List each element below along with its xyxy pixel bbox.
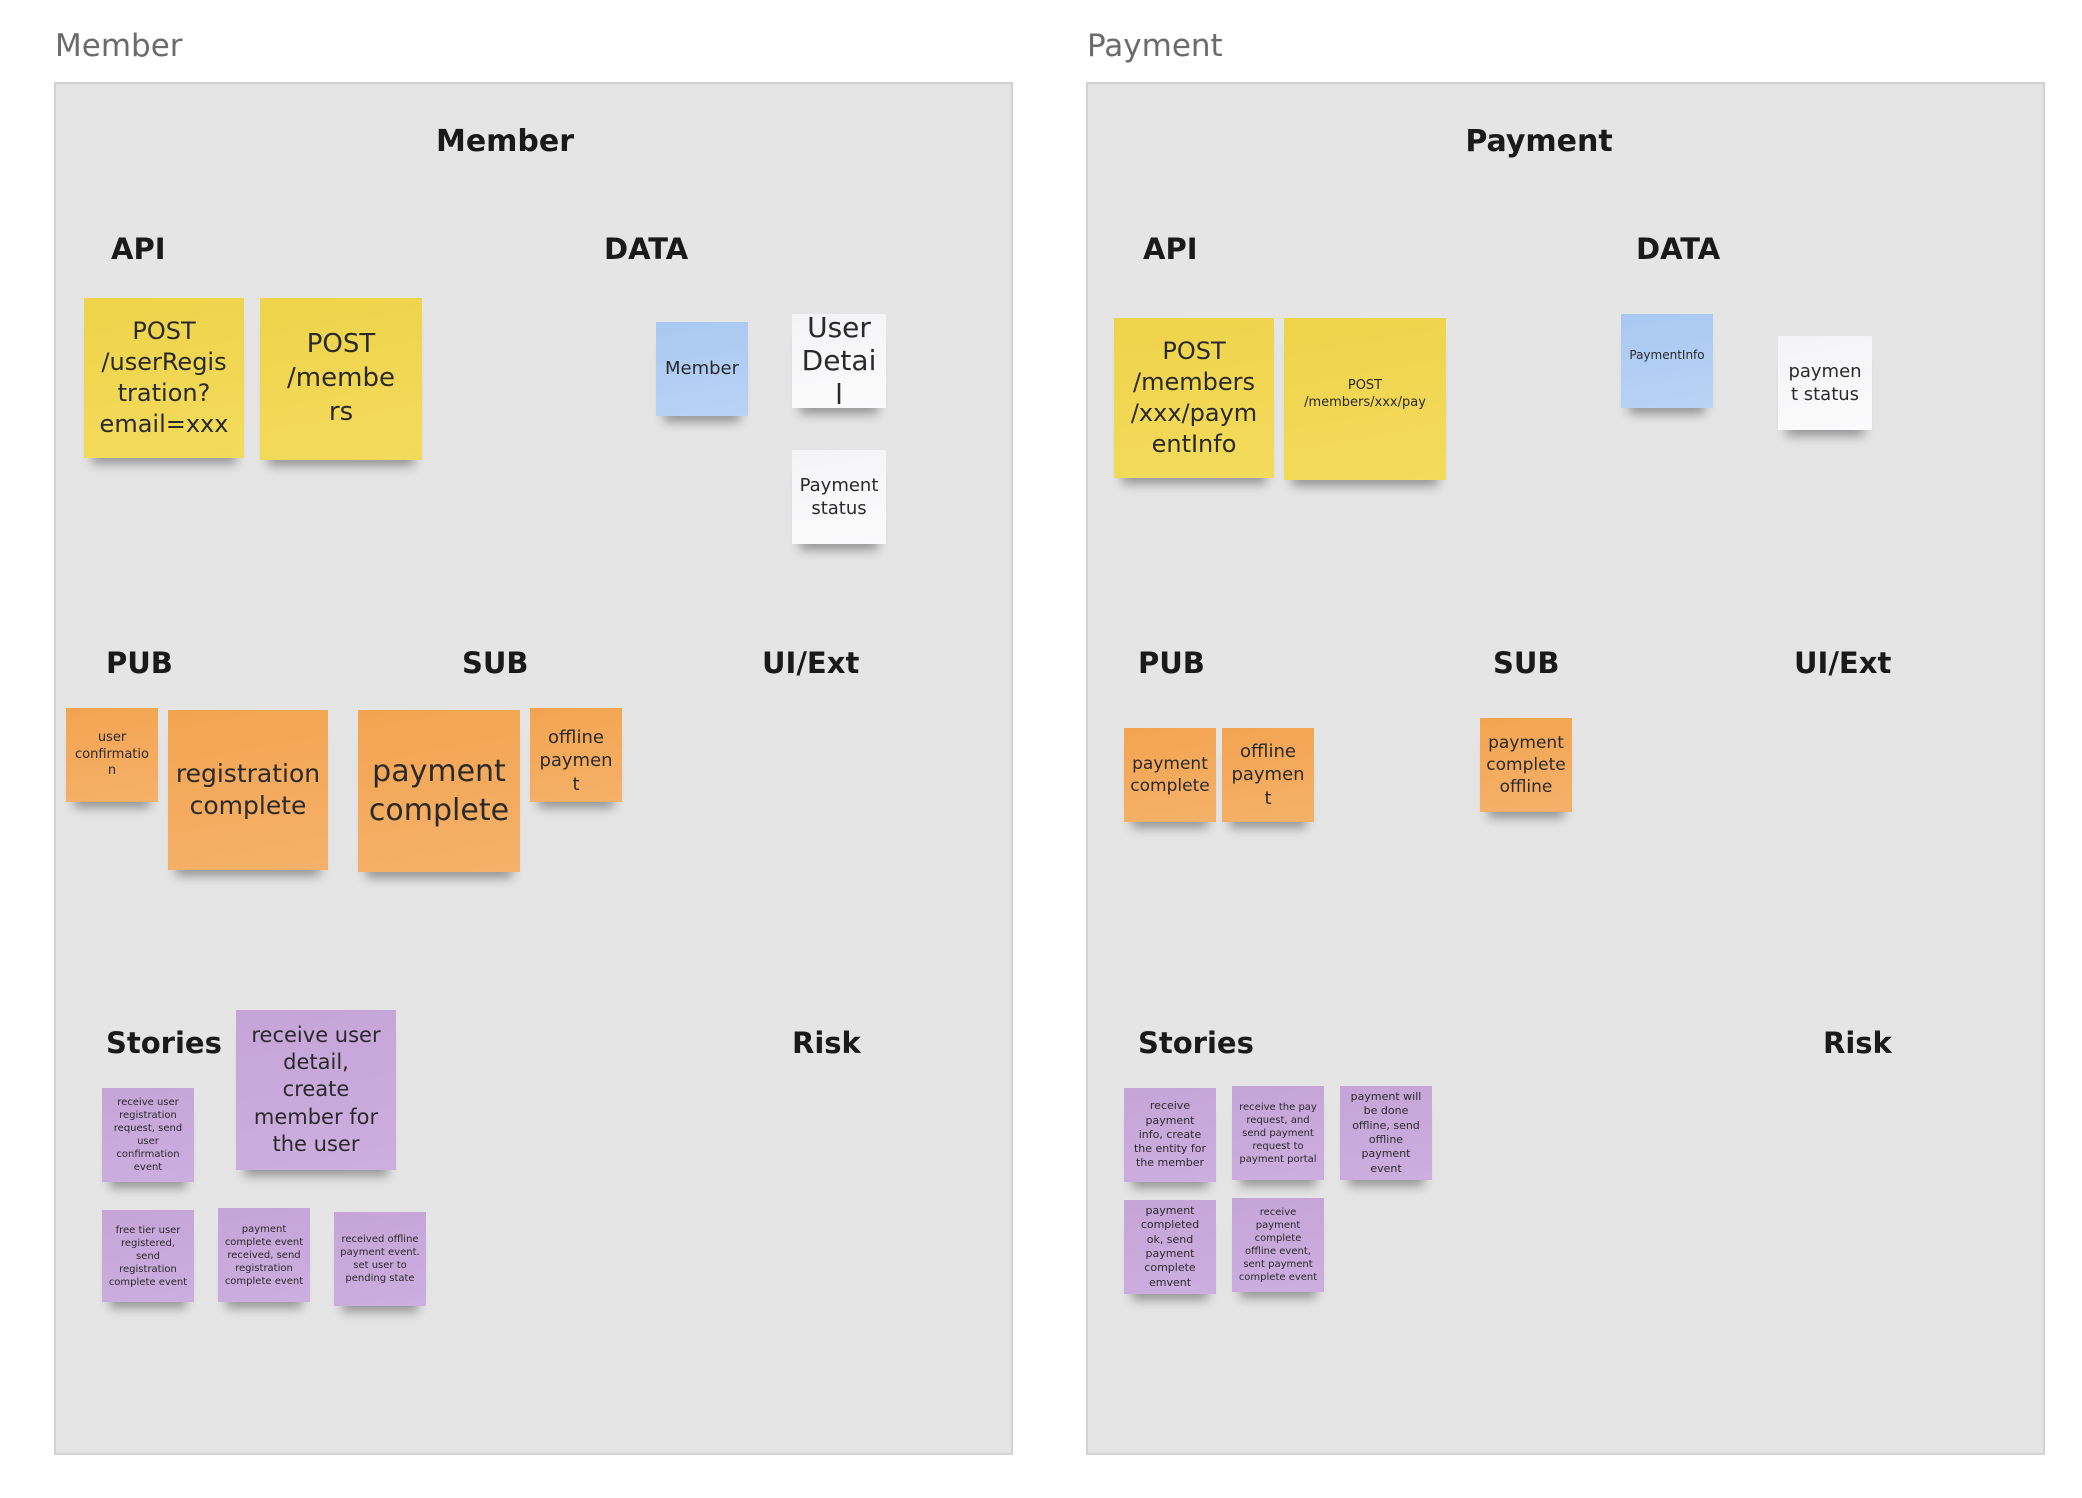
heading-ui-ext: UI/Ext [1794,646,1892,680]
sticky-data[interactable]: PaymentInfo [1621,314,1713,408]
sticky-story[interactable]: payment complete event received, send re… [218,1208,310,1302]
sticky-text: POST /members/xxx/paymentInfo [1130,336,1258,459]
heading-sub: SUB [462,646,529,680]
sticky-text: payment complete offline [1486,732,1566,798]
sticky-story[interactable]: received offline payment event. set user… [334,1212,426,1306]
sticky-sub[interactable]: offline payment [530,708,622,802]
sticky-data[interactable]: User Detail [792,311,886,411]
sticky-text: offline payment [1231,740,1305,809]
sticky-text: POST /members [287,329,395,427]
sticky-story[interactable]: payment completed ok, send payment compl… [1124,1200,1216,1294]
sticky-api[interactable]: POST /members/xxx/pay [1284,318,1446,480]
sticky-text: receive user detail, create member for t… [251,1022,381,1156]
sticky-text: received offline payment event. set user… [340,1234,420,1284]
sticky-text: POST /userRegistration?email=xxx [99,316,229,439]
frame-label-payment: Payment [1087,28,1223,64]
sticky-api[interactable]: POST /userRegistration?email=xxx [84,298,244,458]
sticky-text: Member [664,358,740,380]
sticky-api[interactable]: POST /members/xxx/paymentInfo [1114,318,1274,478]
heading-api: API [1143,232,1198,266]
sticky-pub[interactable]: payment complete [1124,728,1216,822]
frame-title: Member [435,124,575,159]
sticky-story[interactable]: free tier user registered, send registra… [102,1210,194,1302]
sticky-story[interactable]: receive user detail, create member for t… [236,1010,396,1170]
sticky-story[interactable]: receive the pay request, and send paymen… [1232,1086,1324,1180]
sticky-story[interactable]: receive payment complete offline event, … [1232,1198,1324,1292]
sticky-text: payment complete [368,754,510,828]
frame-member[interactable]: Member API DATA PUB SUB UI/Ext Stories R… [54,82,1013,1455]
sticky-data[interactable]: Payment status [792,450,886,544]
heading-stories: Stories [1138,1026,1254,1060]
sticky-text: payment complete [1130,753,1210,796]
sticky-text: POST /members/xxx/pay [1304,378,1426,410]
heading-stories: Stories [106,1026,222,1060]
sticky-text: receive payment complete offline event, … [1238,1207,1318,1283]
sticky-data[interactable]: Member [656,322,748,416]
heading-sub: SUB [1493,646,1560,680]
heading-data: DATA [604,232,689,266]
sticky-text: Payment status [799,474,879,519]
frame-label-member: Member [55,28,183,64]
sticky-text: payment completed ok, send payment compl… [1140,1204,1200,1289]
sticky-text: free tier user registered, send registra… [108,1224,188,1288]
sticky-text: PaymentInfo [1629,348,1705,362]
sticky-text: registration complete [175,758,321,821]
sticky-sub[interactable]: payment complete offline [1480,718,1572,812]
heading-risk: Risk [792,1026,861,1060]
frame-payment[interactable]: Payment API DATA PUB SUB UI/Ext Stories … [1086,82,2045,1455]
sticky-text: receive user registration request, send … [113,1097,183,1173]
sticky-data[interactable]: payment status [1778,336,1872,430]
sticky-pub[interactable]: registration complete [168,710,328,870]
sticky-text: payment complete event received, send re… [224,1223,304,1287]
heading-pub: PUB [1138,646,1205,680]
sticky-text: User Detail [801,310,877,411]
sticky-text: offline payment [539,727,613,795]
sticky-sub[interactable]: payment complete [358,710,520,872]
sticky-api[interactable]: POST /members [260,298,422,460]
sticky-story[interactable]: receive user registration request, send … [102,1088,194,1182]
frame-title: Payment [1465,124,1613,159]
sticky-pub[interactable]: user confirmation [66,708,158,802]
sticky-text: user confirmation [75,729,149,779]
sticky-story[interactable]: receive payment info, create the entity … [1124,1088,1216,1182]
heading-pub: PUB [106,646,173,680]
sticky-story[interactable]: payment will be done offline, send offli… [1340,1086,1432,1180]
heading-ui-ext: UI/Ext [762,646,860,680]
sticky-text: payment status [1788,360,1862,405]
sticky-text: receive the pay request, and send paymen… [1239,1101,1317,1165]
heading-data: DATA [1636,232,1721,266]
heading-risk: Risk [1823,1026,1892,1060]
sticky-text: payment will be done offline, send offli… [1350,1090,1422,1175]
heading-api: API [111,232,166,266]
sticky-text: receive payment info, create the entity … [1133,1099,1207,1170]
sticky-pub[interactable]: offline payment [1222,728,1314,822]
